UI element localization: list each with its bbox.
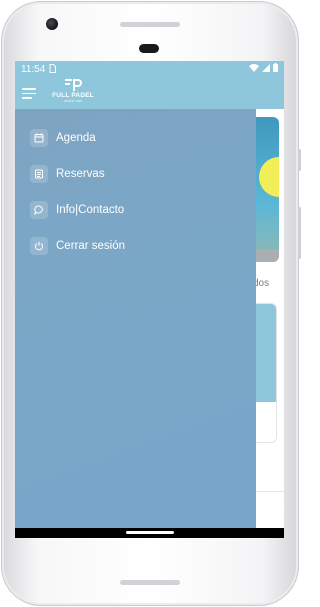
sd-card-icon — [49, 63, 57, 75]
calendar-icon — [30, 129, 48, 147]
app-logo: FULL PADEL DESDE 1998 — [49, 78, 97, 108]
side-button-power — [298, 149, 301, 171]
earpiece — [139, 44, 159, 53]
drawer-item-cerrar-sesion[interactable]: Cerrar sesión — [15, 228, 256, 264]
power-icon — [30, 237, 48, 255]
navigation-drawer: Agenda Reservas Info|Contacto Cerrar ses… — [15, 109, 256, 538]
chat-icon — [30, 201, 48, 219]
drawer-item-label: Agenda — [56, 132, 96, 144]
signal-icon — [262, 63, 270, 75]
drawer-item-label: Cerrar sesión — [56, 240, 126, 252]
wifi-icon — [249, 63, 259, 75]
drawer-item-label: Info|Contacto — [56, 204, 125, 216]
status-icons — [249, 63, 278, 75]
drawer-item-info-contacto[interactable]: Info|Contacto — [15, 192, 256, 228]
drawer-item-agenda[interactable]: Agenda — [15, 120, 256, 156]
drawer-item-label: Reservas — [56, 168, 105, 180]
top-speaker — [120, 22, 180, 27]
drawer-menu: Agenda Reservas Info|Contacto Cerrar ses… — [15, 109, 256, 264]
status-time: 11:54 — [21, 63, 46, 75]
battery-icon — [273, 63, 278, 75]
side-button-volume — [298, 207, 301, 259]
screen: 11:54 FULL PADEL DESDE 1998 dos Agenda R… — [15, 61, 284, 538]
bottom-speaker — [120, 580, 180, 585]
logo-mark-icon — [65, 79, 82, 91]
front-camera — [46, 18, 58, 30]
logo-subtext: DESDE 1998 — [64, 99, 82, 103]
status-bar: 11:54 — [15, 61, 284, 77]
logo-text: FULL PADEL — [52, 92, 94, 99]
home-gesture-pill[interactable] — [126, 531, 174, 534]
drawer-item-reservas[interactable]: Reservas — [15, 156, 256, 192]
list-icon — [30, 165, 48, 183]
padel-ball-image — [259, 157, 279, 197]
hamburger-icon[interactable] — [22, 88, 36, 99]
app-bar: FULL PADEL DESDE 1998 — [15, 77, 284, 109]
